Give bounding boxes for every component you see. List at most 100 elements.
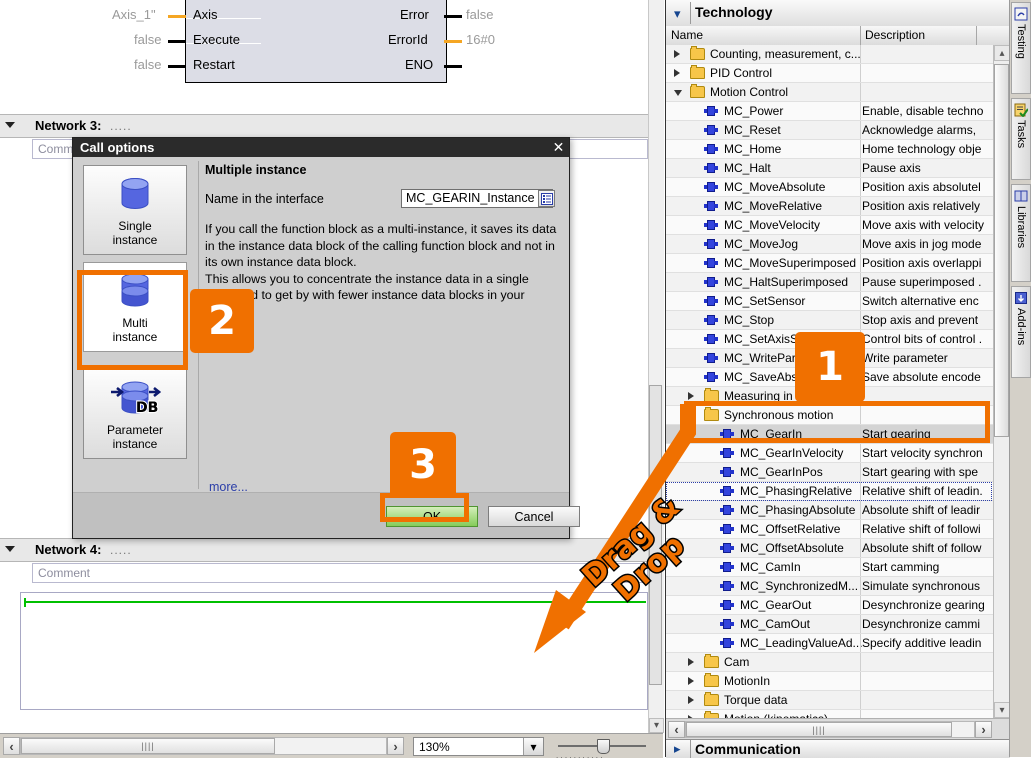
chevron-right-icon[interactable] (674, 69, 680, 77)
tab-tasks[interactable]: Tasks (1011, 98, 1031, 180)
tree-row-mc-power[interactable]: MC_Power Enable, disable techno (666, 102, 993, 121)
hscroll-left-button[interactable]: ‹ (3, 737, 20, 755)
column-divider-2[interactable] (976, 26, 977, 45)
network4-comment-field[interactable]: Comment (32, 563, 648, 583)
communication-panel-header[interactable]: ▸ Communication (666, 739, 1010, 758)
chevron-down-icon[interactable] (674, 90, 682, 96)
tree-row-name: MC_GearInVelocity (740, 446, 844, 460)
column-divider[interactable] (860, 26, 861, 45)
dialog-title: Call options (73, 138, 569, 157)
tree-row-description: Acknowledge alarms, (862, 123, 977, 137)
tree-hscroll-thumb[interactable]: |||| (686, 722, 952, 737)
name-in-interface-input[interactable]: MC_GEARIN_Instance (401, 189, 553, 208)
tab-testing[interactable]: Testing (1011, 2, 1031, 94)
tree-column-divider (860, 45, 861, 64)
tree-row-motion-control[interactable]: Motion Control (666, 83, 993, 102)
tree-row-counting-measurement-c[interactable]: Counting, measurement, c... (666, 45, 993, 64)
tree-row-mc-home[interactable]: MC_Home Home technology obje (666, 140, 993, 159)
tree-row-mc-stop[interactable]: MC_Stop Stop axis and prevent (666, 311, 993, 330)
chevron-right-icon[interactable] (688, 677, 694, 685)
hscroll-right-button[interactable]: › (387, 737, 404, 755)
parameter-instance-option[interactable]: DB DB Parameter instance (83, 369, 187, 459)
tree-row-mc-moverelative[interactable]: MC_MoveRelative Position axis relatively (666, 197, 993, 216)
zoom-slider[interactable]: ........... (556, 739, 648, 760)
tab-tasks-label: Tasks (1015, 120, 1027, 149)
single-instance-option[interactable]: Single instance (83, 165, 187, 255)
tree-row-mc-phasingrelative[interactable]: MC_PhasingRelative Relative shift of lead… (666, 482, 993, 501)
libraries-book-icon (1014, 190, 1028, 202)
chevron-right-icon[interactable] (688, 658, 694, 666)
zoom-slider-ticks: ........... (556, 751, 605, 760)
tree-column-divider (860, 159, 861, 178)
tree-row-motion-kinematics[interactable]: Motion (kinematics) (666, 710, 993, 718)
folder-icon (704, 654, 719, 668)
tree-row-name: MC_PhasingAbsolute (740, 503, 856, 517)
tree-row-name: MC_Reset (724, 123, 781, 137)
tree-column-divider (860, 520, 861, 539)
network4-rung-area[interactable] (20, 592, 648, 710)
tree-row-name: MC_MoveAbsolute (724, 180, 826, 194)
tree-row-name: MC_HaltSuperimposed (724, 275, 849, 289)
tree-column-header[interactable]: Name Description (666, 26, 1010, 46)
tree-row-name: MotionIn (724, 674, 771, 688)
tree-row-mc-gearout[interactable]: MC_GearOut Desynchronize gearing (666, 596, 993, 615)
zoom-combobox[interactable]: 130% ▾ (413, 737, 544, 756)
tree-row-mc-halt[interactable]: MC_Halt Pause axis (666, 159, 993, 178)
tree-row-mc-reset[interactable]: MC_Reset Acknowledge alarms, (666, 121, 993, 140)
tree-column-divider (860, 273, 861, 292)
tab-addins[interactable]: Add-ins (1011, 286, 1031, 378)
tab-libraries[interactable]: Libraries (1011, 184, 1031, 282)
tree-row-name: Cam (724, 655, 750, 669)
chevron-down-icon[interactable]: ▾ (674, 6, 681, 22)
tree-row-description: Control bits of control . (862, 332, 983, 346)
technology-panel-header[interactable]: ▾ Technology (666, 0, 1010, 27)
tree-row-mc-phasingabsolute[interactable]: MC_PhasingAbsolute Absolute shift of lead… (666, 501, 993, 520)
tree-row-mc-movesuperimposed[interactable]: MC_MoveSuperimposed Position axis overlap… (666, 254, 993, 273)
tree-row-torque-data[interactable]: Torque data (666, 691, 993, 710)
tree-column-divider (860, 235, 861, 254)
communication-panel-title: Communication (695, 741, 801, 757)
chevron-right-icon[interactable] (688, 696, 694, 704)
function-block-icon (720, 448, 734, 458)
cancel-button[interactable]: Cancel (488, 506, 580, 527)
close-icon[interactable]: ✕ (551, 139, 566, 155)
single-instance-label-line1: Single (118, 219, 152, 233)
tree-row-motionin[interactable]: MotionIn (666, 672, 993, 691)
function-block-icon (720, 524, 734, 534)
zoom-dropdown-chevron-down-icon[interactable]: ▾ (523, 738, 543, 755)
column-header-name[interactable]: Name (671, 28, 703, 42)
tree-row-mc-setsensor[interactable]: MC_SetSensor Switch alternative enc (666, 292, 993, 311)
tree-row-mc-leadingvaluead[interactable]: MC_LeadingValueAd... Specify additive lea… (666, 634, 993, 653)
tree-row-mc-haltsuperimposed[interactable]: MC_HaltSuperimposed Pause superimposed . (666, 273, 993, 292)
tree-row-mc-gearinvelocity[interactable]: MC_GearInVelocity Start velocity synchron (666, 444, 993, 463)
editor-scroll-down-button[interactable]: ▾ (649, 718, 664, 733)
tree-row-mc-moveabsolute[interactable]: MC_MoveAbsolute Position axis absolutel (666, 178, 993, 197)
function-block-icon (704, 163, 718, 173)
tree-scroll-up-button[interactable]: ▴ (994, 45, 1010, 61)
list-browse-icon[interactable] (538, 190, 555, 207)
tree-hscroll-left-button[interactable]: ‹ (668, 721, 685, 738)
network3-collapse-icon[interactable] (5, 122, 15, 128)
editor-hscroll-thumb[interactable]: |||| (21, 738, 275, 754)
tree-row-pid-control[interactable]: PID Control (666, 64, 993, 83)
task-card-tab-strip: Testing Tasks Libraries Add-ins (1009, 0, 1031, 757)
tree-row-mc-gearinpos[interactable]: MC_GearInPos Start gearing with spe (666, 463, 993, 482)
tree-row-description: Write parameter (862, 351, 948, 365)
tab-libraries-label: Libraries (1015, 206, 1027, 249)
tree-hscroll-right-button[interactable]: › (975, 721, 992, 738)
tree-column-divider (860, 83, 861, 102)
network4-collapse-icon[interactable] (5, 546, 15, 552)
tree-scroll-down-button[interactable]: ▾ (994, 702, 1010, 718)
tree-vscroll-thumb[interactable] (994, 64, 1009, 437)
dialog-detail-pane: Multiple instance Name in the interface … (205, 163, 561, 489)
tree-horizontal-scrollbar[interactable]: ‹ |||| › (666, 718, 1010, 740)
chevron-right-icon[interactable]: ▸ (674, 741, 681, 757)
column-header-description[interactable]: Description (865, 28, 925, 42)
chevron-right-icon[interactable] (688, 392, 694, 400)
tree-row-mc-movevelocity[interactable]: MC_MoveVelocity Move axis with velocity (666, 216, 993, 235)
tree-row-mc-camout[interactable]: MC_CamOut Desynchronize cammi (666, 615, 993, 634)
tree-row-mc-movejog[interactable]: MC_MoveJog Move axis in jog mode (666, 235, 993, 254)
dialog-heading: Multiple instance (205, 163, 307, 177)
tree-row-cam[interactable]: Cam (666, 653, 993, 672)
chevron-right-icon[interactable] (674, 50, 680, 58)
